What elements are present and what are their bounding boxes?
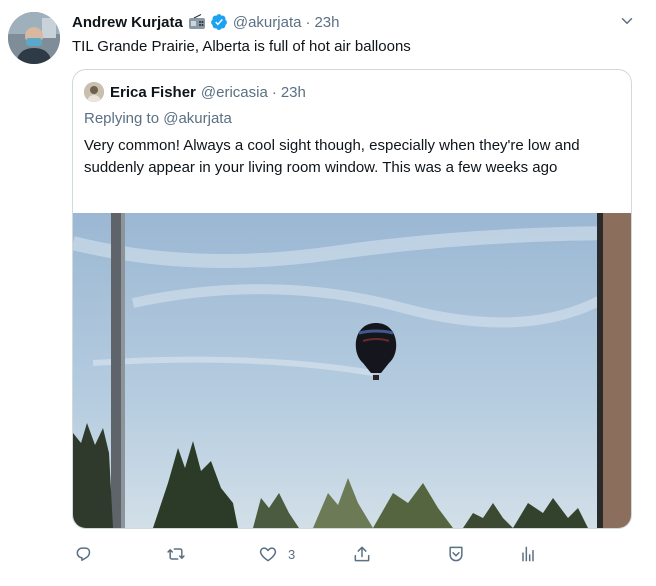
separator-dot: ·	[305, 13, 311, 31]
analytics-icon	[522, 546, 534, 562]
author-name[interactable]: Andrew Kurjata	[72, 14, 183, 31]
verified-badge-icon	[210, 13, 228, 31]
quoted-author-avatar[interactable]	[84, 82, 104, 102]
tweet-actions: 3	[0, 540, 656, 576]
retweet-icon	[167, 548, 185, 560]
quoted-author-name[interactable]: Erica Fisher	[110, 84, 196, 101]
radio-emoji-icon	[188, 14, 206, 30]
reply-button[interactable]	[74, 544, 104, 564]
like-count: 3	[288, 546, 296, 562]
quoted-tweet-timestamp[interactable]: 23h	[281, 84, 306, 101]
save-icon	[449, 546, 463, 562]
quoted-tweet-header: Erica Fisher @ericasia · 23h	[84, 82, 306, 102]
author-avatar[interactable]	[8, 12, 60, 64]
save-button[interactable]	[446, 544, 466, 564]
tweet-header: Andrew Kurjata @akurjata · 23h	[72, 13, 616, 31]
tweet-photo[interactable]	[73, 213, 631, 528]
tweet[interactable]: Andrew Kurjata @akurjata · 23h TIL Grand…	[0, 0, 656, 586]
tweet-text: TIL Grande Prairie, Alberta is full of h…	[72, 38, 411, 55]
retweet-button[interactable]	[166, 544, 196, 564]
share-icon	[354, 546, 370, 562]
like-button[interactable]: 3	[258, 544, 295, 564]
reply-icon	[76, 547, 91, 561]
share-button[interactable]	[352, 544, 382, 564]
quoted-tweet[interactable]: Erica Fisher @ericasia · 23h Replying to…	[72, 69, 632, 529]
author-handle[interactable]: @akurjata	[233, 14, 302, 31]
separator-dot: ·	[271, 83, 277, 101]
quoted-author-handle[interactable]: @ericasia	[201, 84, 268, 101]
chevron-down-icon[interactable]	[618, 12, 636, 30]
replying-to[interactable]: Replying to @akurjata	[84, 110, 232, 127]
quoted-tweet-text: Very common! Always a cool sight though,…	[84, 137, 580, 176]
tweet-timestamp[interactable]: 23h	[314, 14, 339, 31]
analytics-button[interactable]	[518, 544, 538, 564]
like-icon	[259, 547, 277, 562]
